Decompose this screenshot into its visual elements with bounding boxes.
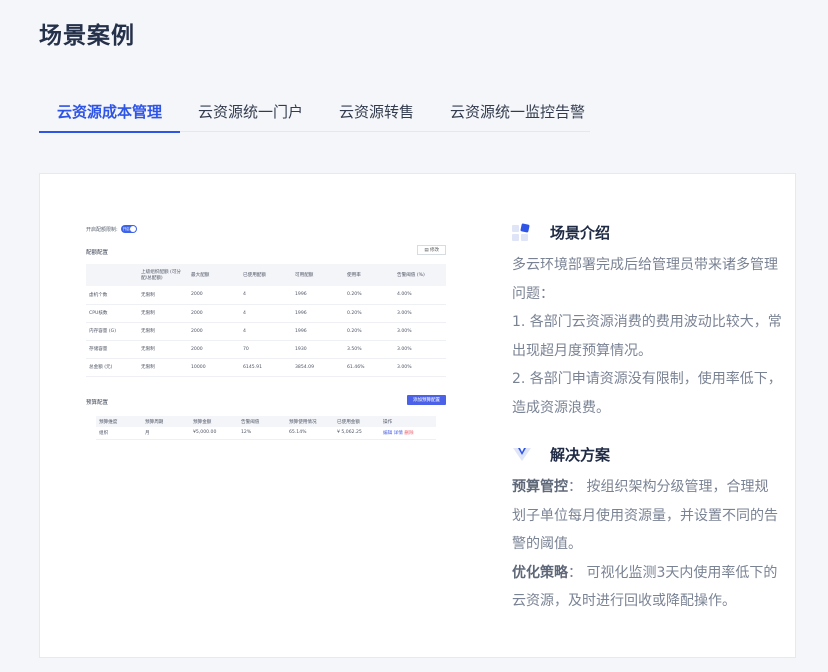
- solution-item-label: 预算管控: [512, 479, 568, 495]
- budget-ops-cell: 编辑 详情 删除: [380, 427, 436, 440]
- page-title: 场景案例: [39, 23, 135, 49]
- table-cell: 无限制: [138, 340, 188, 359]
- table-cell: 3.50%: [344, 340, 394, 359]
- table-cell: 65.14%: [286, 427, 334, 440]
- table-cell: 1996: [292, 304, 344, 323]
- scenario-tabs: 云资源成本管理 云资源统一门户 云资源转售 云资源统一监控告警: [39, 96, 590, 133]
- table-cell: 无限制: [138, 358, 188, 377]
- intro-header: 场景介绍: [512, 218, 782, 246]
- intro-paragraph: 1. 各部门云资源消费的费用波动比较大，常出现超月度预算情况。: [512, 314, 782, 359]
- table-cell: ¥5,000.00: [190, 427, 238, 440]
- quota-section-title: 配额配置: [86, 250, 109, 256]
- quota-header: 最大配额: [188, 264, 240, 286]
- table-cell: 2000: [188, 322, 240, 341]
- solution-header: 解决方案: [512, 440, 782, 468]
- edit-link[interactable]: 编辑: [383, 431, 392, 436]
- table-cell: 4: [240, 322, 292, 341]
- budget-table: 预算维度 预算周期 预算金额 告警阈值 预算使用情况 已使用金额 操作 组织 月…: [96, 416, 436, 440]
- budget-section-title: 预算配置: [86, 400, 109, 406]
- budget-header: 预算周期: [142, 416, 190, 427]
- budget-header: 已使用金额: [334, 416, 380, 427]
- table-cell: CPU核数: [86, 304, 138, 323]
- table-row: 虚机个数 无限制 2000 4 1996 0.20% 4.00%: [86, 286, 446, 305]
- table-cell: 4: [240, 286, 292, 305]
- table-cell: ¥ 5,062.25: [334, 427, 380, 440]
- quota-header: 可用配额: [292, 264, 344, 286]
- table-cell: 0.20%: [344, 304, 394, 323]
- tab-unified-portal[interactable]: 云资源统一门户: [180, 96, 321, 132]
- quota-header: 告警阈值 (%): [394, 264, 446, 286]
- table-cell: 3.00%: [394, 340, 446, 359]
- table-cell: 2000: [188, 304, 240, 323]
- table-cell: 1996: [292, 286, 344, 305]
- table-cell: 2000: [188, 286, 240, 305]
- table-cell: 4: [240, 304, 292, 323]
- table-cell: 2000: [188, 340, 240, 359]
- table-cell: 3.00%: [394, 358, 446, 377]
- delete-link[interactable]: 删除: [404, 431, 413, 436]
- table-row: 内存容量 (G) 无限制 2000 4 1996 0.20% 3.00%: [86, 322, 446, 341]
- quota-header: 已使用配额: [240, 264, 292, 286]
- budget-header: 预算维度: [96, 416, 142, 427]
- table-row: 组织 月 ¥5,000.00 12% 65.14% ¥ 5,062.25 编辑 …: [96, 427, 436, 440]
- table-cell: 无限制: [138, 304, 188, 323]
- table-cell: 3854.09: [292, 358, 344, 377]
- solution-title: 解决方案: [550, 445, 611, 464]
- quota-toggle-label: 开启配额限制:: [86, 226, 118, 233]
- table-cell: 1996: [292, 322, 344, 341]
- budget-header: 操作: [380, 416, 436, 427]
- table-row: 总金额 (元) 无限制 10000 6145.91 3854.09 61.46%…: [86, 358, 446, 377]
- table-cell: 无限制: [138, 286, 188, 305]
- solution-body: 预算管控： 按组织架构分级管理，合理规划子单位每月使用资源量，并设置不同的告警的…: [512, 473, 782, 616]
- table-cell: 无限制: [138, 322, 188, 341]
- table-cell: 内存容量 (G): [86, 322, 138, 341]
- budget-header: 预算金额: [190, 416, 238, 427]
- table-row: CPU核数 无限制 2000 4 1996 0.20% 3.00%: [86, 304, 446, 323]
- solution-item: 预算管控： 按组织架构分级管理，合理规划子单位每月使用资源量，并设置不同的告警的…: [512, 473, 782, 559]
- table-cell: 3.00%: [394, 322, 446, 341]
- preview-screenshot: 开启配额限制: 开启 配额配置 ▤ 修改 上级组织配额 (可分配/总配额) 最大…: [86, 224, 448, 454]
- scenario-card: 开启配额限制: 开启 配额配置 ▤ 修改 上级组织配额 (可分配/总配额) 最大…: [39, 173, 796, 658]
- detail-link[interactable]: 详情: [394, 431, 403, 436]
- quota-header: 使用率: [344, 264, 394, 286]
- quota-header: [86, 264, 138, 286]
- table-cell: 总金额 (元): [86, 358, 138, 377]
- tab-monitoring[interactable]: 云资源统一监控告警: [432, 96, 603, 132]
- tab-cloud-cost[interactable]: 云资源成本管理: [39, 96, 181, 133]
- table-cell: 虚机个数: [86, 286, 138, 305]
- quota-header: 上级组织配额 (可分配/总配额): [138, 264, 188, 286]
- quota-toggle-row: 开启配额限制: 开启: [86, 225, 137, 233]
- table-cell: 3.00%: [394, 304, 446, 323]
- grid-icon: [512, 222, 532, 242]
- edit-quota-label: 修改: [430, 248, 439, 253]
- add-budget-button[interactable]: 添加预算配置: [407, 395, 446, 405]
- table-cell: 6145.91: [240, 358, 292, 377]
- intro-body: 多云环境部署完成后给管理员带来诸多管理问题： 1. 各部门云资源消费的费用波动比…: [512, 251, 782, 422]
- intro-paragraph: 多云环境部署完成后给管理员带来诸多管理问题：: [512, 257, 778, 302]
- budget-header: 告警阈值: [238, 416, 286, 427]
- table-cell: 组织: [96, 427, 142, 440]
- budget-header: 预算使用情况: [286, 416, 334, 427]
- table-cell: 12%: [238, 427, 286, 440]
- table-cell: 4.00%: [394, 286, 446, 305]
- solution-item: 优化策略： 可视化监测3天内使用率低下的云资源，及时进行回收或降配操作。: [512, 559, 782, 616]
- table-cell: 存储容量: [86, 340, 138, 359]
- table-cell: 10000: [188, 358, 240, 377]
- quota-toggle[interactable]: 开启: [120, 225, 137, 233]
- tab-resale[interactable]: 云资源转售: [321, 96, 432, 132]
- table-cell: 70: [240, 340, 292, 359]
- scenario-info: 场景介绍 多云环境部署完成后给管理员带来诸多管理问题： 1. 各部门云资源消费的…: [512, 218, 782, 616]
- intro-title: 场景介绍: [550, 223, 611, 242]
- table-cell: 0.20%: [344, 286, 394, 305]
- table-cell: 61.46%: [344, 358, 394, 377]
- table-row: 存储容量 无限制 2000 70 1930 3.50% 3.00%: [86, 340, 446, 359]
- table-cell: 0.20%: [344, 322, 394, 341]
- table-cell: 月: [142, 427, 190, 440]
- edit-quota-button[interactable]: ▤ 修改: [417, 245, 446, 255]
- quota-table: 上级组织配额 (可分配/总配额) 最大配额 已使用配额 可用配额 使用率 告警阈…: [86, 264, 446, 377]
- solution-item-label: 优化策略: [512, 564, 568, 581]
- intro-paragraph: 2. 各部门申请资源没有限制，使用率低下，造成资源浪费。: [512, 371, 782, 416]
- table-cell: 1930: [292, 340, 344, 359]
- chevron-down-icon: [512, 444, 532, 464]
